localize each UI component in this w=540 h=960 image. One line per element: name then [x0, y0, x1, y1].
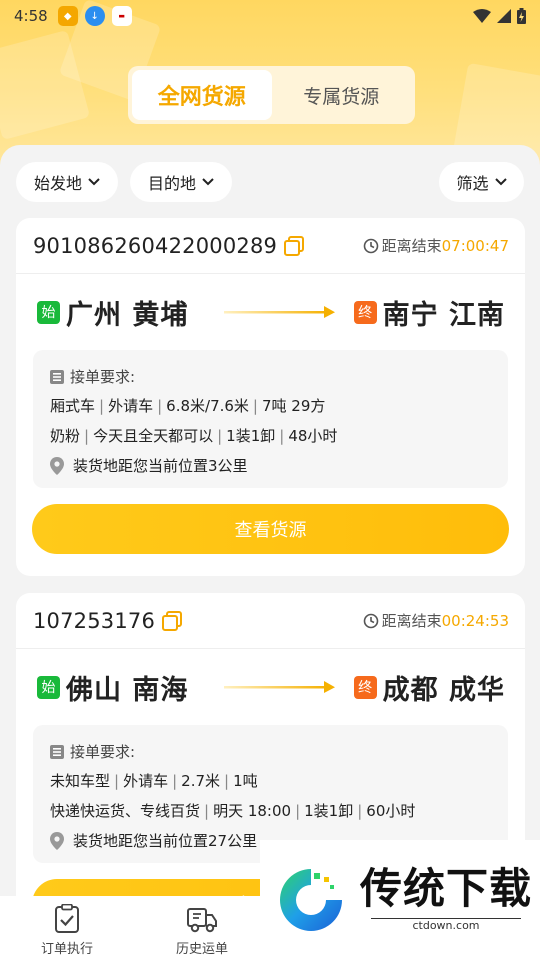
- download-icon: ↓: [84, 6, 105, 26]
- status-indicators: [473, 8, 526, 24]
- countdown: 00:24:53: [441, 611, 509, 630]
- vehicle-source: 外请车: [123, 772, 169, 790]
- app-notification-icon: ▬: [111, 6, 132, 26]
- nav-order-execution[interactable]: 订单执行: [27, 904, 107, 957]
- view-source-button[interactable]: 查看货源: [32, 504, 509, 554]
- nav-order-execution-label: 订单执行: [40, 942, 93, 957]
- requirements-title: 接单要求:: [50, 366, 491, 387]
- list-icon: [50, 369, 64, 384]
- source-tabs: 全网货源 专属货源: [128, 66, 415, 124]
- filter-bar: 始发地 目的地 筛选: [16, 162, 524, 202]
- pickup-distance-text: 装货地距您当前位置27公里: [73, 832, 258, 850]
- watermark-url: ctdown.com: [371, 918, 521, 932]
- route-arrow-icon: [223, 681, 335, 693]
- end-tag: 终: [353, 675, 377, 699]
- copy-icon[interactable]: [161, 610, 183, 632]
- requirement-line: 厢式车 | 外请车 | 6.8米/7.6米 | 7吨 29方: [50, 397, 326, 415]
- cargo-type: 奶粉: [50, 427, 81, 445]
- destination-city: 成都 成华: [382, 674, 505, 706]
- battery-icon: [517, 8, 526, 24]
- chevron-down-icon: [88, 178, 100, 186]
- nav-history-waybill-label: 历史运单: [175, 942, 228, 957]
- deadline: 距离结束 00:24:53: [363, 610, 509, 631]
- route-arrow-icon: [223, 306, 335, 318]
- order-header: 107253176 距离结束 00:24:53: [16, 593, 525, 649]
- tab-all-network-sources[interactable]: 全网货源: [132, 70, 272, 120]
- wifi-icon: [473, 9, 491, 23]
- vehicle-source: 外请车: [108, 397, 154, 415]
- origin-filter-label: 始发地: [33, 174, 82, 193]
- end-tag: 终: [353, 300, 377, 324]
- nav-history-waybill[interactable]: 历史运单: [162, 904, 242, 957]
- destination-filter-label: 目的地: [147, 174, 196, 193]
- requirements-label: 接单要求:: [70, 368, 136, 386]
- pickup-distance-text: 装货地距您当前位置3公里: [73, 457, 248, 475]
- start-tag: 始: [37, 300, 60, 324]
- pickup-distance: 装货地距您当前位置3公里: [50, 455, 491, 476]
- cargo-weight-volume: 7吨 29方: [261, 397, 326, 415]
- app-notification-icon: ◆: [57, 6, 78, 26]
- truck-icon: [187, 908, 217, 933]
- vehicle-type: 厢式车: [50, 397, 96, 415]
- origin-city: 广州 黄埔: [66, 299, 189, 331]
- origin-filter-button[interactable]: 始发地: [16, 162, 118, 202]
- signal-icon: [497, 9, 511, 23]
- requirement-line: 未知车型 | 外请车 | 2.7米 | 1吨: [50, 772, 258, 790]
- destination-filter-button[interactable]: 目的地: [130, 162, 232, 202]
- order-number: 107253176: [33, 608, 156, 633]
- requirement-line: 奶粉 | 今天且全天都可以 | 1装1卸 | 48小时: [50, 427, 338, 445]
- requirements-label: 接单要求:: [70, 743, 136, 761]
- deadline-label: 距离结束: [381, 612, 442, 630]
- cargo-type: 快递快运货、专线百货: [50, 802, 201, 820]
- watermark-logo-icon: [280, 869, 342, 931]
- route: 始 佛山 南海 终 成都 成华: [16, 649, 525, 725]
- countdown: 07:00:47: [441, 236, 509, 255]
- status-bar: 4:58 ◆ ↓ ▬: [0, 0, 540, 32]
- clock-icon: [363, 613, 378, 628]
- order-card: 901086260422000289 距离结束 07:00:47 始 广州 黄埔…: [16, 218, 525, 576]
- start-tag: 始: [37, 675, 60, 699]
- cargo-weight: 1吨: [233, 772, 258, 790]
- location-pin-icon: [50, 831, 64, 850]
- destination-city: 南宁 江南: [382, 299, 505, 331]
- deadline: 距离结束 07:00:47: [363, 235, 509, 256]
- load-time: 今天且全天都可以: [93, 427, 214, 445]
- load-unload: 1装1卸: [304, 802, 354, 820]
- load-unload: 1装1卸: [226, 427, 276, 445]
- chevron-down-icon: [202, 178, 214, 186]
- requirements-title: 接单要求:: [50, 741, 491, 762]
- load-time: 明天 18:00: [213, 802, 292, 820]
- watermark-title: 传统下载: [360, 864, 533, 913]
- location-pin-icon: [50, 456, 64, 475]
- watermark: 传统下载 ctdown.com: [260, 840, 540, 960]
- watermark-text: 传统下载 ctdown.com: [360, 864, 533, 933]
- order-number: 901086260422000289: [33, 233, 278, 258]
- vehicle-length: 6.8米/7.6米: [166, 397, 249, 415]
- status-time: 4:58: [14, 7, 48, 25]
- route: 始 广州 黄埔 终 南宁 江南: [16, 274, 525, 350]
- deadline-label: 距离结束: [381, 237, 442, 255]
- copy-icon[interactable]: [283, 235, 305, 257]
- order-header: 901086260422000289 距离结束 07:00:47: [16, 218, 525, 274]
- origin-city: 佛山 南海: [66, 674, 189, 706]
- vehicle-length: 2.7米: [181, 772, 221, 790]
- transit-hours: 48小时: [288, 427, 338, 445]
- transit-hours: 60小时: [366, 802, 416, 820]
- clipboard-check-icon: [55, 904, 79, 933]
- clock-icon: [363, 238, 378, 253]
- tab-exclusive-sources[interactable]: 专属货源: [272, 70, 412, 120]
- requirements-box: 接单要求: 厢式车 | 外请车 | 6.8米/7.6米 | 7吨 29方 奶粉 | 今天且全天都…: [33, 350, 508, 488]
- vehicle-type: 未知车型: [50, 772, 111, 790]
- chevron-down-icon: [494, 178, 507, 186]
- more-filter-button[interactable]: 筛选: [439, 162, 524, 202]
- more-filter-label: 筛选: [456, 174, 489, 193]
- list-icon: [50, 744, 64, 759]
- requirement-line: 快递快运货、专线百货 | 明天 18:00 | 1装1卸 | 60小时: [50, 802, 416, 820]
